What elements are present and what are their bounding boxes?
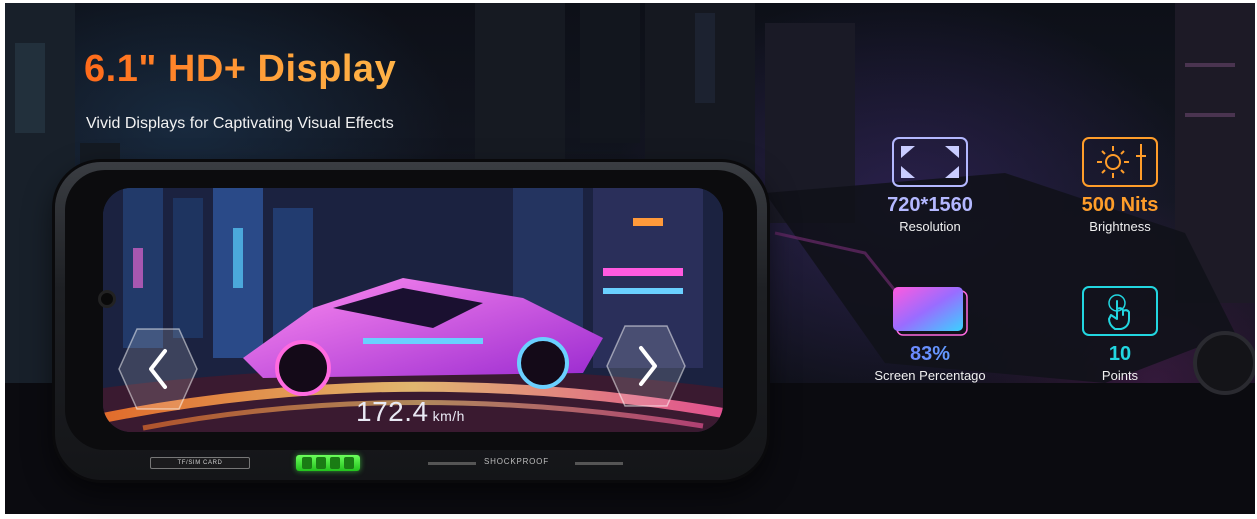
- resolution-label: Resolution: [899, 219, 961, 234]
- screen-ratio-icon: [893, 287, 968, 336]
- spec-brightness: 500 Nits Brightness: [1045, 136, 1195, 234]
- shockproof-label: SHOCKPROOF: [484, 457, 549, 466]
- touch-points-value: 10: [1108, 343, 1132, 365]
- next-arrow-icon[interactable]: [605, 322, 687, 410]
- resolution-frame-icon: [892, 137, 968, 187]
- speedometer-readout: 172.4 km/h: [356, 396, 465, 428]
- speaker-grille-left: [428, 462, 476, 465]
- speed-value: 172.4: [356, 396, 429, 427]
- page-subtitle: Vivid Displays for Captivating Visual Ef…: [86, 115, 394, 132]
- programmable-key: [296, 455, 360, 471]
- speed-unit: km/h: [432, 408, 465, 424]
- touch-hand-icon: [1082, 286, 1158, 336]
- phone-device: [55, 162, 767, 480]
- screen-ratio-value: 83%: [855, 343, 1005, 365]
- page-title: 6.1" HD+ Display: [84, 48, 397, 90]
- resolution-value: 720*1560: [887, 194, 973, 216]
- previous-arrow-icon[interactable]: [117, 325, 199, 413]
- spec-screen-ratio: 83% Screen Percentago: [855, 285, 1005, 383]
- spec-touch-points: 10 Points: [1045, 285, 1195, 383]
- front-camera: [98, 290, 116, 308]
- speaker-grille-right: [575, 462, 623, 465]
- screen-ratio-label: Screen Percentago: [874, 368, 986, 383]
- brightness-value: 500 Nits: [1081, 194, 1159, 216]
- brightness-label: Brightness: [1089, 219, 1151, 234]
- touch-points-label: Points: [1101, 368, 1139, 383]
- sim-card-slot-label: TF/SIM CARD: [150, 457, 250, 469]
- brightness-sun-icon: [1082, 137, 1158, 187]
- spec-resolution: 720*1560 Resolution: [855, 136, 1005, 234]
